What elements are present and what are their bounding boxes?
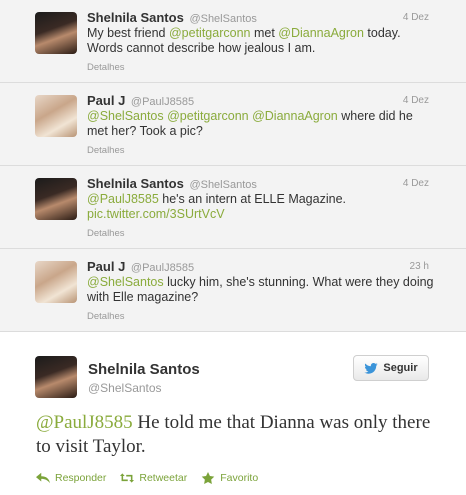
author-handle[interactable]: @PaulJ8585 [131, 96, 194, 108]
conversation-thread: Shelnila Santos @ShelSantos 4 Dez My bes… [0, 0, 466, 332]
tweet-text: @PaulJ8585 He told me that Dianna was on… [36, 411, 436, 459]
tweet-time[interactable]: 4 Dez [403, 12, 429, 23]
twitter-bird-icon [364, 362, 378, 374]
tweet-text-segment: My best friend [87, 26, 169, 40]
favorite-label: Favorito [220, 472, 259, 484]
author-handle[interactable]: @ShelSantos [189, 13, 256, 25]
author-handle[interactable]: @ShelSantos [189, 179, 256, 191]
author-name[interactable]: Shelnila Santos [87, 10, 184, 25]
reply-icon [36, 472, 50, 484]
mention-link[interactable]: @ShelSantos [87, 109, 164, 123]
tweet-text-segment: met [250, 26, 279, 40]
tweet-time[interactable]: 23 h [410, 261, 429, 272]
tweet-time[interactable]: 4 Dez [403, 95, 429, 106]
tweet-author[interactable]: Shelnila Santos @ShelSantos [87, 176, 257, 191]
mention-link[interactable]: @petitgarconn [169, 26, 251, 40]
avatar[interactable] [35, 178, 77, 220]
mention-link[interactable]: @PaulJ8585 [36, 412, 133, 433]
retweet-action[interactable]: Retweetar [120, 472, 187, 484]
follow-label: Seguir [383, 362, 418, 374]
mention-link[interactable]: @petitgarconn [167, 109, 249, 123]
author-name[interactable]: Shelnila Santos [87, 176, 184, 191]
tweet-author[interactable]: Paul J @PaulJ8585 [87, 259, 194, 274]
avatar[interactable] [35, 12, 77, 54]
thread-tweet[interactable]: Shelnila Santos @ShelSantos 4 Dez My bes… [0, 0, 466, 83]
thread-tweet[interactable]: Shelnila Santos @ShelSantos 4 Dez @PaulJ… [0, 166, 466, 249]
tweet-author[interactable]: Paul J @PaulJ8585 [87, 93, 194, 108]
thread-tweet[interactable]: Paul J @PaulJ8585 23 h @ShelSantos lucky… [0, 249, 466, 332]
tweet-actions: Responder Retweetar Favorito [36, 472, 258, 484]
avatar[interactable] [35, 95, 77, 137]
retweet-icon [120, 473, 135, 483]
avatar[interactable] [35, 261, 77, 303]
focused-tweet: Shelnila Santos @ShelSantos Seguir @Paul… [0, 338, 466, 495]
author-name[interactable]: Paul J [87, 93, 125, 108]
author-name[interactable]: Shelnila Santos [88, 361, 200, 378]
author-name[interactable]: Paul J [87, 259, 125, 274]
mention-link[interactable]: @DiannaAgron [252, 109, 338, 123]
mention-link[interactable]: @DiannaAgron [278, 26, 364, 40]
mention-link[interactable]: @PaulJ8585 [87, 192, 159, 206]
tweet-text: My best friend @petitgarconn met @Dianna… [87, 26, 437, 56]
details-link[interactable]: Detalhes [87, 311, 125, 322]
mention-link[interactable]: @ShelSantos [87, 275, 164, 289]
mention-link[interactable]: pic.twitter.com/3SUrtVcV [87, 207, 225, 221]
tweet-text: @ShelSantos lucky him, she's stunning. W… [87, 275, 437, 305]
tweet-text: @ShelSantos @petitgarconn @DiannaAgron w… [87, 109, 437, 139]
tweet-text-segment: he's an intern at ELLE Magazine. [158, 192, 346, 206]
tweet-time[interactable]: 4 Dez [403, 178, 429, 189]
tweet-author[interactable]: Shelnila Santos @ShelSantos [87, 10, 257, 25]
thread-tweet[interactable]: Paul J @PaulJ8585 4 Dez @ShelSantos @pet… [0, 83, 466, 166]
reply-label: Responder [55, 472, 107, 484]
author-handle[interactable]: @ShelSantos [88, 381, 162, 395]
details-link[interactable]: Detalhes [87, 228, 125, 239]
details-link[interactable]: Detalhes [87, 145, 125, 156]
reply-action[interactable]: Responder [36, 472, 106, 484]
avatar[interactable] [35, 356, 77, 398]
author-handle[interactable]: @PaulJ8585 [131, 262, 194, 274]
star-icon [201, 472, 215, 484]
favorite-action[interactable]: Favorito [201, 472, 258, 484]
retweet-label: Retweetar [139, 472, 188, 484]
details-link[interactable]: Detalhes [87, 62, 125, 73]
tweet-text: @PaulJ8585 he's an intern at ELLE Magazi… [87, 192, 437, 222]
follow-button[interactable]: Seguir [353, 355, 429, 381]
